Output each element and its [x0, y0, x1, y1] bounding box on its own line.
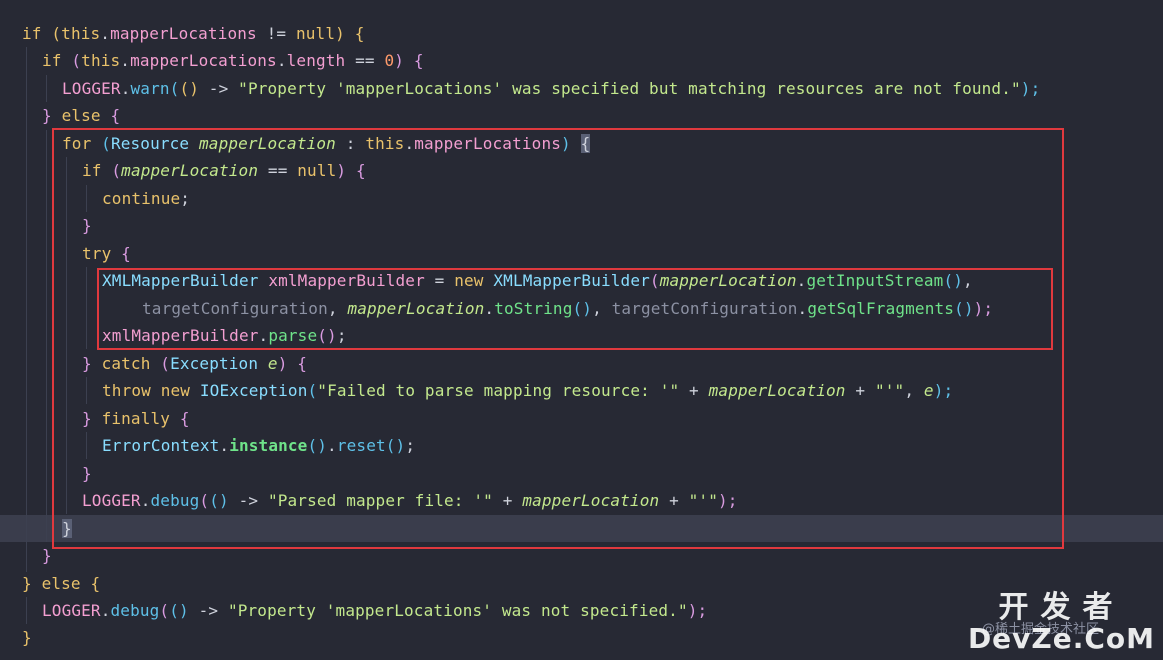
token: );: [687, 601, 708, 620]
code-line-1[interactable]: if (this.mapperLocations != null) {: [22, 20, 364, 47]
indent-guide: [46, 75, 47, 102]
token: );: [1020, 79, 1041, 98]
token: LOGGER: [62, 79, 121, 98]
highlight-box-inner: [97, 268, 1053, 350]
token: 0: [384, 51, 395, 70]
watermark-logo: 开发者 DevZe.CoM: [968, 592, 1155, 654]
token: debug: [110, 601, 160, 620]
token: else: [61, 106, 101, 125]
token: LOGGER: [42, 601, 101, 620]
token: mapperLocations: [110, 24, 257, 43]
token: .: [100, 24, 111, 43]
token: .: [276, 51, 287, 70]
code-line-23[interactable]: }: [22, 624, 32, 651]
token: (: [169, 79, 180, 98]
code-line-2[interactable]: if (this.mapperLocations.length == 0) {: [42, 47, 424, 74]
token: }: [42, 546, 52, 565]
token: warn: [130, 79, 170, 98]
token: .: [120, 51, 131, 70]
token: .: [100, 601, 111, 620]
token: if: [22, 24, 42, 43]
token: (: [61, 51, 82, 70]
token: null: [295, 24, 336, 43]
token: ->: [188, 601, 228, 620]
code-editor[interactable]: if (this.mapperLocations != null) { if (…: [0, 0, 1163, 660]
token: ==: [345, 51, 385, 70]
indent-guide: [26, 597, 27, 624]
token: (: [41, 24, 62, 43]
token: !=: [256, 24, 296, 43]
code-line-21[interactable]: } else {: [22, 570, 100, 597]
token: }: [22, 574, 42, 593]
token: {: [100, 106, 121, 125]
token: .: [120, 79, 131, 98]
token: this: [61, 24, 101, 43]
code-line-22[interactable]: LOGGER.debug(() -> "Property 'mapperLoca…: [42, 597, 707, 624]
token: {: [80, 574, 101, 593]
code-line-4[interactable]: } else {: [42, 102, 120, 129]
watermark-cn: 开发者: [998, 590, 1125, 625]
token: "Property 'mapperLocations' was not spec…: [227, 601, 688, 620]
token: ) {: [335, 24, 365, 43]
token: }: [42, 106, 62, 125]
code-line-3[interactable]: LOGGER.warn(() -> "Property 'mapperLocat…: [62, 75, 1040, 102]
code-line-20[interactable]: }: [42, 542, 52, 569]
token: (): [169, 601, 189, 620]
indent-guide: [26, 47, 27, 572]
token: }: [22, 628, 32, 647]
token: this: [81, 51, 121, 70]
token: (: [159, 601, 170, 620]
token: "Property 'mapperLocations' was specifie…: [238, 79, 1021, 98]
token: mapperLocations: [130, 51, 277, 70]
token: ) {: [394, 51, 424, 70]
token: if: [42, 51, 62, 70]
token: ->: [199, 79, 239, 98]
watermark-en: DevZe.CoM: [967, 622, 1155, 655]
token: length: [286, 51, 346, 70]
indent-guide: [46, 130, 47, 542]
token: else: [41, 574, 81, 593]
token: (): [179, 79, 200, 98]
